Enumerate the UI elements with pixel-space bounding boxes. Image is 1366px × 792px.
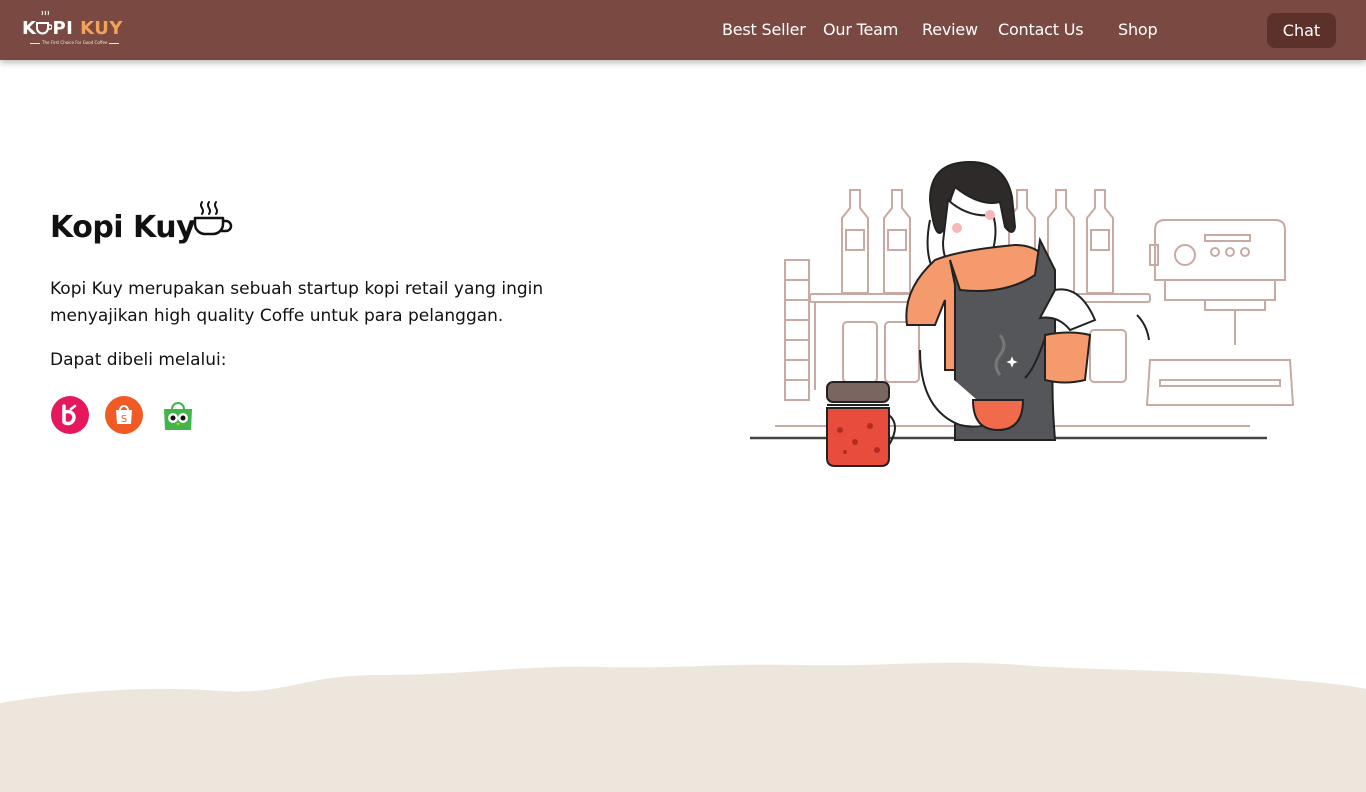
logo-tagline: The First Choice For Good Coffee: [28, 40, 121, 45]
logo-text: K PI KUY: [22, 18, 123, 39]
buy-label: Dapat dibeli melalui:: [50, 350, 227, 370]
logo-o-cup-icon: [36, 22, 54, 35]
chat-button[interactable]: Chat: [1267, 13, 1336, 48]
hot-coffee-cup-icon: [193, 201, 233, 236]
nav-shop[interactable]: Shop: [1118, 20, 1158, 39]
svg-text:S: S: [121, 414, 127, 425]
nav-review[interactable]: Review: [922, 20, 978, 39]
kopi-kuy-logo[interactable]: K PI KUY The First Choice For Good Coffee: [22, 10, 132, 50]
hero-description: Kopi Kuy merupakan sebuah startup kopi r…: [50, 279, 544, 326]
nav-contact-us[interactable]: Contact Us: [998, 20, 1084, 39]
barista-pouring-coffee-illustration: [750, 160, 1295, 467]
hero-title: Kopi Kuy: [50, 210, 196, 245]
tokopedia-icon[interactable]: [159, 396, 197, 434]
shopee-icon[interactable]: S: [105, 396, 143, 434]
nav-our-team[interactable]: Our Team: [823, 20, 898, 39]
navbar: K PI KUY The First Choice For Good Coffee…: [0, 0, 1366, 60]
blibli-icon[interactable]: [51, 396, 89, 434]
nav-best-seller[interactable]: Best Seller: [722, 20, 806, 39]
bottom-wave-decoration: [0, 662, 1366, 792]
